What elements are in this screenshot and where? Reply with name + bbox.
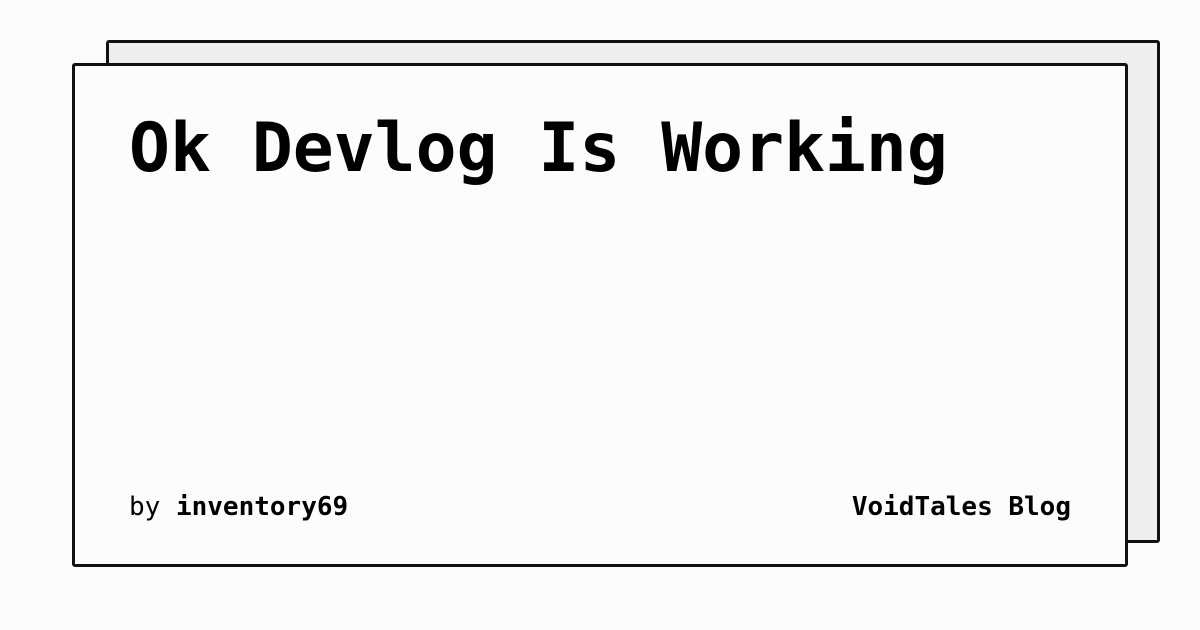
byline: by inventory69	[129, 492, 348, 522]
og-card-stage: Ok Devlog Is Working by inventory69 Void…	[0, 0, 1200, 630]
blog-name: VoidTales Blog	[851, 492, 1071, 522]
post-card: Ok Devlog Is Working by inventory69 Void…	[72, 63, 1128, 567]
post-title: Ok Devlog Is Working	[129, 109, 948, 188]
byline-prefix: by	[129, 492, 161, 522]
author-name: inventory69	[175, 492, 349, 522]
